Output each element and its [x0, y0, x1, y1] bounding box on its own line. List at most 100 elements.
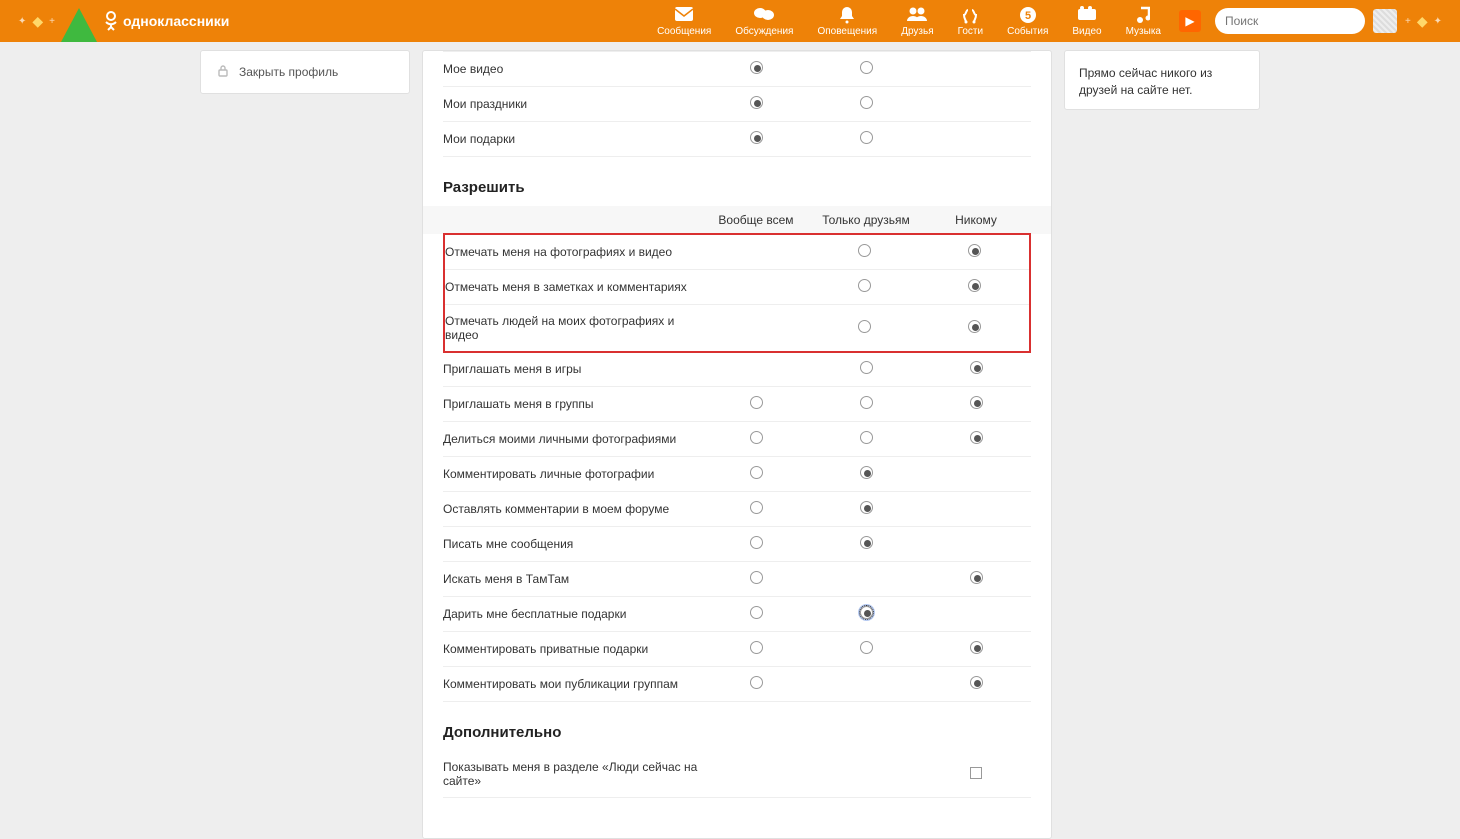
radio-option[interactable] — [750, 131, 763, 144]
search-box[interactable] — [1215, 8, 1365, 34]
radio-option[interactable] — [860, 131, 873, 144]
video-icon — [1077, 6, 1097, 26]
column-header-nobody: Никому — [921, 213, 1031, 227]
nav-item-music[interactable]: Музыка — [1114, 4, 1173, 39]
row-label: Отмечать меня на фотографиях и видео — [445, 245, 699, 259]
radio-option[interactable] — [860, 536, 873, 549]
radio-option[interactable] — [750, 501, 763, 514]
discussions-icon — [753, 6, 775, 26]
radio-option[interactable] — [970, 676, 983, 689]
radio-option[interactable] — [860, 396, 873, 409]
radio-option[interactable] — [860, 96, 873, 109]
play-icon: ▶ — [1185, 14, 1194, 28]
row-label: Оставлять комментарии в моем форуме — [443, 502, 701, 516]
radio-option[interactable] — [860, 501, 873, 514]
radio-option[interactable] — [750, 96, 763, 109]
radio-option[interactable] — [858, 320, 871, 333]
nav-label: Друзья — [901, 26, 933, 37]
radio-option[interactable] — [750, 536, 763, 549]
allow-row: Комментировать личные фотографии — [443, 457, 1031, 492]
header-decor-left: ✦ ◆ + — [18, 13, 55, 30]
allow-row: Писать мне сообщения — [443, 527, 1031, 562]
row-label: Мои подарки — [443, 132, 701, 146]
row-label: Комментировать мои публикации группам — [443, 677, 701, 691]
visibility-row: Мои подарки — [443, 122, 1031, 157]
radio-option[interactable] — [750, 606, 763, 619]
radio-option[interactable] — [968, 279, 981, 292]
row-label: Отмечать меня в заметках и комментариях — [445, 280, 699, 294]
allow-row: Отмечать меня в заметках и комментариях — [445, 270, 1029, 305]
allow-row: Оставлять комментарии в моем форуме — [443, 492, 1031, 527]
nav-label: Сообщения — [657, 26, 711, 37]
checkbox[interactable] — [970, 767, 982, 779]
radio-option[interactable] — [970, 571, 983, 584]
radio-option[interactable] — [968, 320, 981, 333]
radio-option[interactable] — [860, 641, 873, 654]
nav-item-discussions[interactable]: Обсуждения — [723, 4, 805, 39]
radio-option[interactable] — [970, 396, 983, 409]
row-label: Делиться моими личными фотографиями — [443, 432, 701, 446]
brand-logo[interactable]: одноклассники — [103, 11, 229, 31]
search-input[interactable] — [1225, 14, 1380, 28]
main-panel: Мое видеоМои праздникиМои подарки Разреш… — [422, 50, 1052, 839]
nav-item-notifications[interactable]: Оповещения — [805, 4, 889, 39]
column-header-friends: Только друзьям — [811, 213, 921, 227]
user-avatar[interactable] — [1373, 9, 1397, 33]
allow-row: Комментировать мои публикации группам — [443, 667, 1031, 702]
nav-label: Видео — [1072, 26, 1101, 37]
row-label: Приглашать меня в группы — [443, 397, 701, 411]
radio-option[interactable] — [750, 396, 763, 409]
nav-label: Гости — [958, 26, 983, 37]
messages-icon — [674, 6, 694, 26]
nav-item-messages[interactable]: Сообщения — [645, 4, 723, 39]
column-header-all: Вообще всем — [701, 213, 811, 227]
radio-option[interactable] — [970, 641, 983, 654]
radio-option[interactable] — [750, 641, 763, 654]
nav-item-guests[interactable]: Гости — [946, 4, 995, 39]
page-container: Закрыть профиль Мое видеоМои праздникиМо… — [200, 42, 1260, 839]
additional-rows: Показывать меня в разделе «Люди сейчас н… — [423, 751, 1051, 798]
radio-option[interactable] — [860, 361, 873, 374]
radio-option[interactable] — [750, 676, 763, 689]
radio-option[interactable] — [750, 571, 763, 584]
row-label: Дарить мне бесплатные подарки — [443, 607, 701, 621]
lock-icon — [217, 64, 229, 80]
radio-option[interactable] — [860, 61, 873, 74]
radio-option[interactable] — [970, 431, 983, 444]
allow-row: Отмечать меня на фотографиях и видео — [445, 235, 1029, 270]
nav-item-events[interactable]: 5События — [995, 4, 1060, 39]
radio-option[interactable] — [970, 361, 983, 374]
additional-row: Показывать меня в разделе «Люди сейчас н… — [443, 751, 1031, 798]
radio-option[interactable] — [858, 279, 871, 292]
nav-label: Музыка — [1126, 26, 1161, 37]
row-label: Мои праздники — [443, 97, 701, 111]
nav-label: Обсуждения — [735, 26, 793, 37]
radio-option[interactable] — [860, 466, 873, 479]
allow-row: Дарить мне бесплатные подарки — [443, 597, 1031, 632]
ok-logo-icon — [103, 11, 119, 31]
visibility-rows: Мое видео Мои праздники Мои подарки — [423, 51, 1051, 157]
guests-icon — [961, 6, 979, 26]
radio-option[interactable] — [750, 431, 763, 444]
friends-online-status: Прямо сейчас никого из друзей на сайте н… — [1079, 66, 1212, 97]
row-label: Приглашать меня в игры — [443, 362, 701, 376]
row-label: Писать мне сообщения — [443, 537, 701, 551]
radio-option[interactable] — [968, 244, 981, 257]
nav-item-video[interactable]: Видео — [1060, 4, 1113, 39]
top-nav: Сообщения Обсуждения Оповещения Друзья Гости… — [645, 4, 1173, 39]
radio-option[interactable] — [858, 244, 871, 257]
sidebar-left[interactable]: Закрыть профиль — [200, 50, 410, 94]
brand-name: одноклассники — [123, 13, 229, 29]
music-icon — [1136, 6, 1150, 26]
radio-option[interactable] — [750, 466, 763, 479]
radio-option[interactable] — [750, 61, 763, 74]
radio-option[interactable] — [860, 431, 873, 444]
play-button[interactable]: ▶ — [1179, 10, 1201, 32]
sparkle-plus-icon: + — [1405, 16, 1411, 27]
radio-option[interactable] — [860, 606, 873, 619]
events-icon: 5 — [1019, 6, 1037, 26]
nav-item-friends[interactable]: Друзья — [889, 4, 945, 39]
row-label: Показывать меня в разделе «Люди сейчас н… — [443, 760, 701, 788]
notifications-icon — [839, 6, 855, 26]
visibility-row: Мое видео — [443, 51, 1031, 87]
